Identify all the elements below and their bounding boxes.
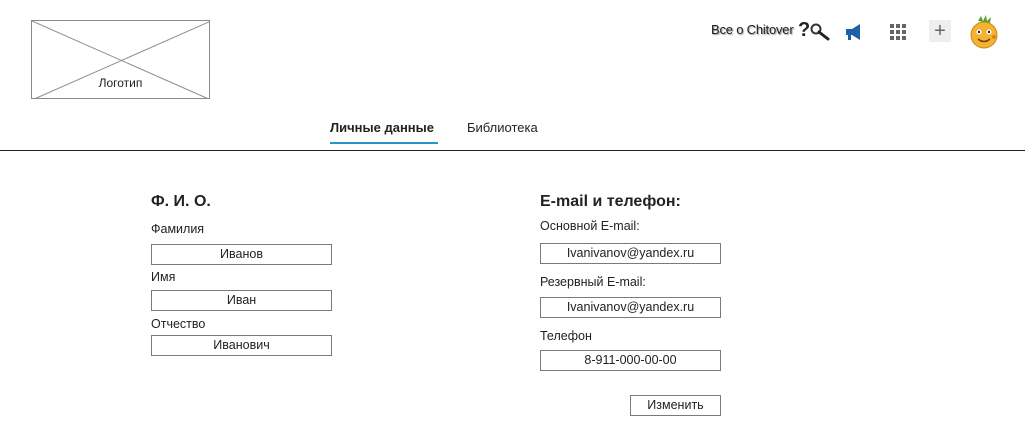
logo-placeholder: Логотип — [31, 20, 210, 99]
phone-field[interactable]: 8-911-000-00-00 — [540, 350, 721, 371]
backup-email-label: Резервный E-mail: — [540, 275, 646, 289]
name-section-title: Ф. И. О. — [151, 193, 211, 210]
patronymic-label: Отчество — [151, 317, 206, 331]
svg-text:?: ? — [798, 19, 810, 41]
patronymic-field[interactable]: Иванович — [151, 335, 332, 356]
megaphone-icon[interactable] — [843, 22, 865, 42]
first-name-label: Имя — [151, 270, 176, 284]
about-link[interactable]: Все о Chitover — [711, 22, 794, 37]
change-button[interactable]: Изменить — [630, 395, 721, 416]
primary-email-field[interactable]: Ivanivanov@yandex.ru — [540, 243, 721, 264]
contact-section-title: E-mail и телефон: — [540, 193, 681, 210]
plus-icon[interactable]: + — [929, 20, 951, 42]
help-search-icon[interactable]: ? — [798, 18, 830, 44]
phone-label: Телефон — [540, 329, 592, 343]
surname-field[interactable]: Иванов — [151, 244, 332, 265]
tab-personal-data[interactable]: Личные данные — [330, 120, 438, 144]
first-name-field[interactable]: Иван — [151, 290, 332, 311]
tab-library[interactable]: Библиотека — [467, 120, 538, 144]
apps-grid-icon[interactable] — [890, 24, 906, 40]
backup-email-field[interactable]: Ivanivanov@yandex.ru — [540, 297, 721, 318]
logo-label: Логотип — [98, 76, 143, 90]
surname-label: Фамилия — [151, 222, 205, 236]
avatar[interactable] — [968, 15, 1000, 49]
primary-email-label: Основной E-mail: — [540, 219, 640, 233]
tabs-divider — [0, 150, 1025, 151]
